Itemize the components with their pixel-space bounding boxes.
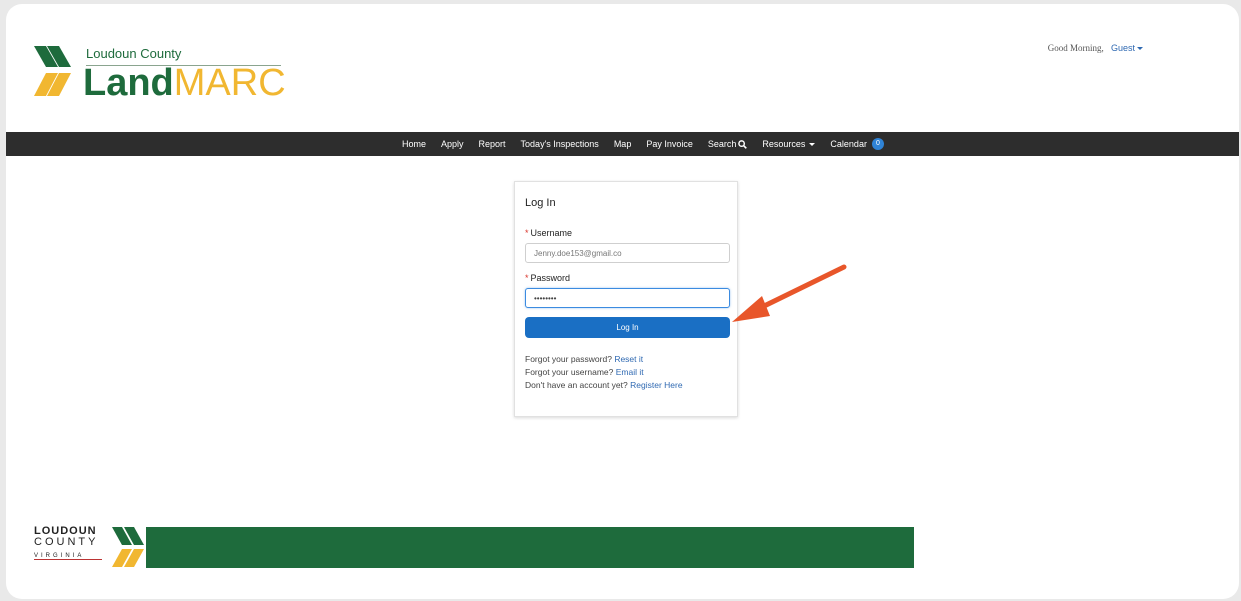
loudoun-county-footer-logo: LOUDOUN COUNTY VIRGINIA bbox=[34, 526, 98, 562]
brand-land: Land bbox=[83, 62, 174, 104]
user-name: Guest bbox=[1110, 43, 1135, 53]
footer-line2: COUNTY bbox=[34, 536, 99, 548]
username-field[interactable]: Jenny.doe153@gmail.co bbox=[525, 243, 730, 263]
nav-resources-label: Resources bbox=[762, 139, 806, 149]
forgot-password-row: Forgot your password? Reset it bbox=[525, 353, 683, 366]
footer-chevron-icon bbox=[112, 527, 144, 567]
landmarc-chevron-logo-icon bbox=[34, 46, 71, 96]
nav-calendar[interactable]: Calendar 0 bbox=[830, 138, 884, 150]
user-menu[interactable]: Guest bbox=[1111, 43, 1143, 53]
password-label: * Password bbox=[525, 273, 570, 283]
username-label: * Username bbox=[525, 228, 572, 238]
greeting-text: Good Morning, bbox=[1047, 43, 1104, 53]
forgot-password-text: Forgot your password? bbox=[525, 354, 612, 364]
chevron-down-icon bbox=[1137, 47, 1143, 51]
login-card: Log In * Username Jenny.doe153@gmail.co *… bbox=[514, 181, 738, 417]
username-label-text: Username bbox=[530, 228, 573, 238]
footer-divider bbox=[34, 559, 102, 560]
forgot-username-row: Forgot your username? Email it bbox=[525, 366, 683, 379]
nav-pay-invoice[interactable]: Pay Invoice bbox=[646, 139, 693, 149]
login-button[interactable]: Log In bbox=[525, 317, 730, 338]
chevron-down-icon bbox=[809, 142, 816, 146]
search-icon bbox=[738, 139, 748, 149]
email-username-link[interactable]: Email it bbox=[616, 367, 644, 377]
login-title: Log In bbox=[525, 197, 556, 209]
password-label-text: Password bbox=[530, 273, 571, 283]
brand-title[interactable]: LandMARC bbox=[83, 64, 286, 102]
nav-apply[interactable]: Apply bbox=[441, 139, 464, 149]
register-row: Don't have an account yet? Register Here bbox=[525, 379, 683, 392]
nav-resources[interactable]: Resources bbox=[762, 139, 816, 149]
nav-search[interactable]: Search bbox=[708, 139, 748, 149]
main-navbar: Home Apply Report Today's Inspections Ma… bbox=[6, 132, 1239, 156]
county-label: Loudoun County bbox=[86, 46, 182, 61]
required-marker: * bbox=[525, 228, 529, 238]
brand-marc: MARC bbox=[173, 62, 286, 104]
required-marker: * bbox=[525, 273, 529, 283]
nav-todays-inspections[interactable]: Today's Inspections bbox=[521, 139, 599, 149]
nav-search-label: Search bbox=[707, 139, 737, 149]
forgot-username-text: Forgot your username? bbox=[525, 367, 614, 377]
no-account-text: Don't have an account yet? bbox=[525, 380, 628, 390]
calendar-count-badge: 0 bbox=[871, 138, 884, 150]
footer-green-band bbox=[146, 527, 914, 568]
nav-home[interactable]: Home bbox=[402, 139, 426, 149]
reset-password-link[interactable]: Reset it bbox=[614, 354, 643, 364]
arrow-pointer-icon bbox=[732, 264, 847, 322]
nav-map[interactable]: Map bbox=[614, 139, 632, 149]
password-field[interactable]: •••••••• bbox=[525, 288, 730, 308]
account-help-links: Forgot your password? Reset it Forgot yo… bbox=[525, 353, 683, 392]
nav-calendar-label: Calendar bbox=[830, 139, 867, 149]
register-link[interactable]: Register Here bbox=[630, 380, 682, 390]
nav-report[interactable]: Report bbox=[479, 139, 506, 149]
footer-line3: VIRGINIA bbox=[34, 553, 85, 559]
page: Loudoun County LandMARC Good Morning, Gu… bbox=[6, 4, 1239, 599]
greeting: Good Morning, Guest bbox=[1048, 43, 1143, 53]
